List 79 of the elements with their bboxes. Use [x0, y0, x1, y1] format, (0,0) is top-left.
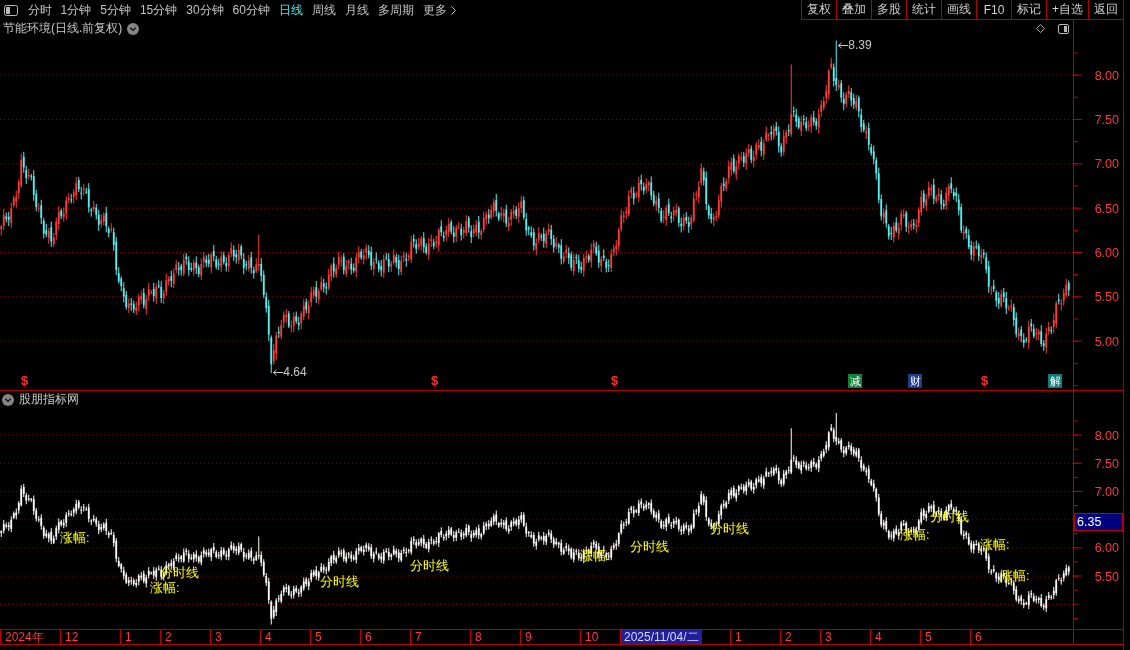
price-label: 8.39	[848, 38, 872, 53]
date-label: 5	[310, 630, 322, 644]
chevron-right-icon	[450, 5, 456, 15]
axis-label: 5.00	[1094, 334, 1119, 349]
chart-label: 涨幅:	[60, 530, 90, 547]
axis-label: 5.50	[1094, 569, 1119, 584]
chart-label: 分时线	[630, 539, 669, 556]
toolbar-button[interactable]: 标记	[1011, 0, 1046, 20]
date-label: 4	[870, 630, 882, 644]
chart-label: 分时线	[320, 574, 359, 591]
date-label: 6	[970, 630, 982, 644]
axis-label: 8.00	[1094, 68, 1119, 83]
toolbar-button[interactable]: +自选	[1046, 0, 1088, 20]
event-tag[interactable]: 财	[908, 374, 922, 388]
period-tab[interactable]: 30分钟	[182, 0, 228, 20]
chart-label: 分时线	[710, 521, 749, 538]
toolbar-button[interactable]: 叠加	[836, 0, 871, 20]
period-tab[interactable]: 多周期	[373, 0, 418, 20]
date-label: 10	[580, 630, 599, 644]
date-label: 3	[820, 630, 832, 644]
period-tab[interactable]: 更多	[418, 0, 460, 20]
axis-label: 6.50	[1094, 201, 1119, 216]
date-label: 12	[60, 630, 79, 644]
chart-label: 涨幅:	[900, 526, 930, 543]
date-label: 2	[160, 630, 172, 644]
toolbar-button[interactable]: 多股	[871, 0, 906, 20]
event-marker[interactable]: $	[431, 374, 439, 388]
date-label: 1	[120, 630, 132, 644]
diamond-icon[interactable]	[1036, 24, 1045, 33]
toolbar-button[interactable]: 复权	[801, 0, 836, 20]
period-tab[interactable]: 周线	[307, 0, 340, 20]
period-tab[interactable]: 分时	[23, 0, 56, 20]
axis-label: 7.00	[1094, 157, 1119, 172]
toolbar-button[interactable]: F10	[976, 0, 1011, 20]
event-tag[interactable]: 减	[848, 374, 862, 388]
arrow-left-icon	[837, 41, 848, 49]
date-label: 4	[260, 630, 272, 644]
price-label: 4.64	[283, 365, 307, 380]
value-label: 6.35	[1074, 513, 1123, 532]
period-tab[interactable]: 15分钟	[135, 0, 182, 20]
event-marker[interactable]: $	[981, 374, 989, 388]
date-label: 3	[210, 630, 222, 644]
axis-label: 7.50	[1094, 113, 1119, 127]
chart-label: 分时线	[410, 557, 449, 574]
toolbar-button[interactable]: 返回	[1088, 0, 1123, 20]
event-marker[interactable]: $	[21, 374, 29, 388]
date-label: 8	[470, 630, 482, 644]
chart-title: 股朋指标网	[19, 391, 79, 408]
date-label: 1	[730, 630, 742, 644]
date-label: 2024年	[0, 630, 44, 644]
axis-label: 8.00	[1094, 428, 1119, 443]
toolbar-button[interactable]: 统计	[906, 0, 941, 20]
sidebar-toggle-icon[interactable]	[4, 4, 18, 16]
date-cursor-label: 2025/11/04/二	[620, 630, 702, 644]
event-marker[interactable]: $	[611, 374, 619, 388]
chart-label: 涨幅:	[980, 537, 1010, 553]
date-label: 5	[920, 630, 932, 644]
chevron-down-circle-icon[interactable]	[127, 22, 140, 35]
axis-label: 5.50	[1094, 290, 1119, 305]
toolbar-button[interactable]: 画线	[941, 0, 976, 20]
event-tag[interactable]: 解	[1048, 374, 1062, 388]
date-label: 7	[410, 630, 422, 644]
axis-label: 7.00	[1094, 484, 1119, 499]
chart-title: 节能环境(日线.前复权)	[3, 20, 123, 37]
date-label: 9	[520, 630, 532, 644]
period-tab[interactable]: 1分钟	[56, 0, 96, 20]
period-tab[interactable]: 5分钟	[96, 0, 135, 20]
axis-label: 7.50	[1094, 456, 1119, 471]
chart-label: 涨幅:	[150, 580, 180, 597]
period-tab[interactable]: 60分钟	[228, 0, 274, 20]
date-label: 2	[780, 630, 792, 644]
date-label: 6	[360, 630, 372, 644]
arrow-left-icon	[272, 368, 283, 376]
period-tab[interactable]: 日线	[274, 0, 307, 20]
period-tab[interactable]: 月线	[340, 0, 373, 20]
axis-label: 6.00	[1094, 541, 1119, 556]
panel-toggle-icon[interactable]	[1058, 23, 1069, 34]
chevron-down-circle-icon[interactable]	[2, 393, 14, 406]
axis-label: 6.00	[1094, 246, 1119, 261]
